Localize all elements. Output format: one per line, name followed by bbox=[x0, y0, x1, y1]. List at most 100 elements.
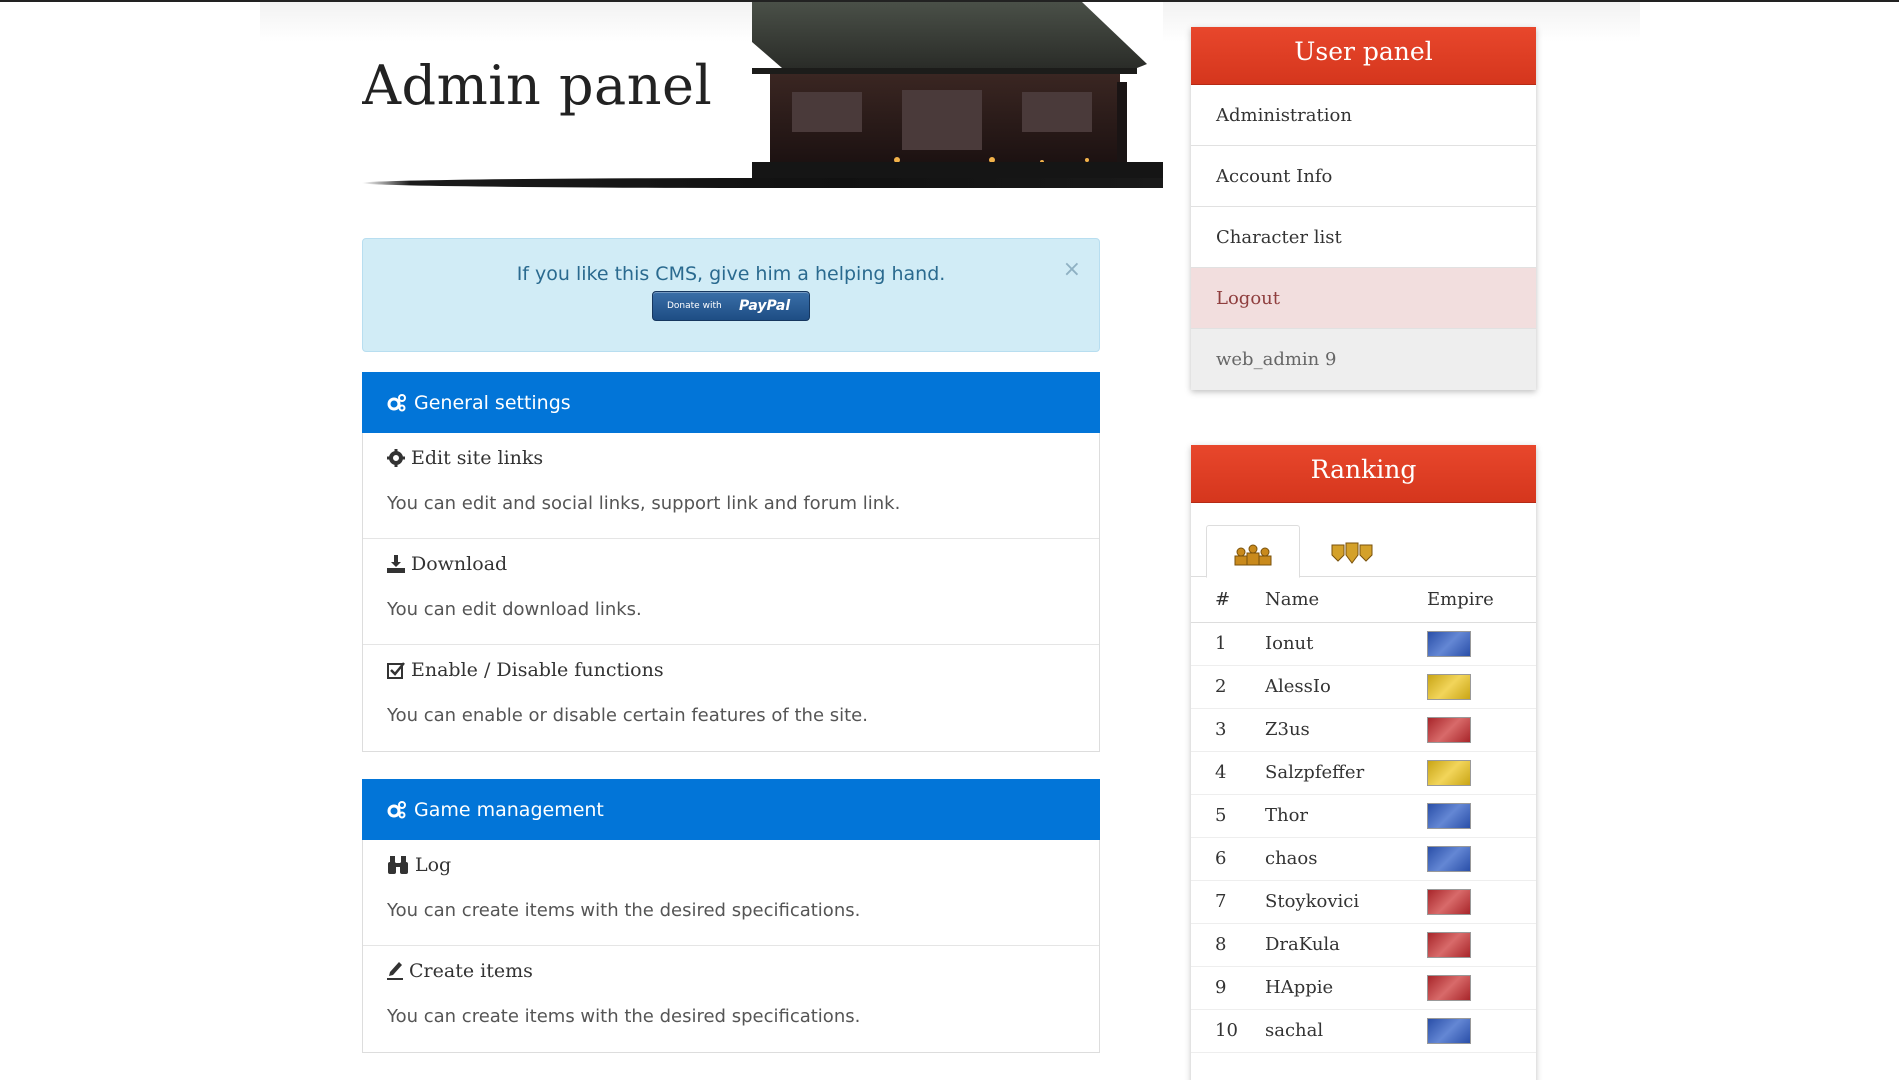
donate-alert: If you like this CMS, give him a helping… bbox=[362, 238, 1100, 352]
rank-number: 6 bbox=[1191, 837, 1265, 881]
ranking-panel: Ranking # Name Empire 1 Ionut 2 AlessIo … bbox=[1191, 445, 1536, 1080]
empire-flag-icon bbox=[1427, 630, 1471, 657]
item-description: You can enable or disable certain featur… bbox=[387, 705, 868, 726]
empire-cell bbox=[1427, 665, 1536, 709]
empire-cell bbox=[1427, 966, 1536, 1010]
page-header: Admin panel bbox=[362, 2, 1163, 188]
admin-link-edit-site-links[interactable]: Edit site links You can edit and social … bbox=[363, 433, 1099, 539]
empire-flag-icon bbox=[1427, 759, 1471, 786]
menu-item-logout[interactable]: Logout bbox=[1191, 268, 1536, 329]
table-row: 2 AlessIo bbox=[1191, 665, 1536, 709]
empire-flag-icon bbox=[1427, 974, 1471, 1001]
user-panel-title: User panel bbox=[1191, 27, 1536, 85]
empire-flag-icon bbox=[1427, 845, 1471, 872]
game-management-panel: Game management Log You can create items… bbox=[362, 779, 1100, 1053]
empire-flag-icon bbox=[1427, 673, 1471, 700]
item-description: You can edit and social links, support l… bbox=[387, 493, 901, 514]
page-title: Admin panel bbox=[362, 54, 713, 117]
rank-number: 5 bbox=[1191, 794, 1265, 838]
item-title: Create items bbox=[409, 960, 533, 982]
player-name[interactable]: sachal bbox=[1265, 1009, 1427, 1053]
item-title: Enable / Disable functions bbox=[411, 659, 664, 681]
menu-item-administration[interactable]: Administration bbox=[1191, 85, 1536, 146]
item-title: Download bbox=[411, 553, 508, 575]
panel-title: Game management bbox=[414, 798, 604, 821]
admin-link-download[interactable]: Download You can edit download links. bbox=[363, 539, 1099, 645]
admin-link-create-items[interactable]: Create items You can create items with t… bbox=[363, 946, 1099, 1052]
item-description: You can edit download links. bbox=[387, 599, 642, 620]
ranking-tabs bbox=[1191, 503, 1536, 578]
rank-number: 9 bbox=[1191, 966, 1265, 1010]
column-header-rank: # bbox=[1191, 577, 1265, 623]
tab-guilds[interactable] bbox=[1306, 525, 1400, 578]
guilds-icon bbox=[1331, 542, 1373, 564]
table-row: 3 Z3us bbox=[1191, 708, 1536, 752]
empire-flag-icon bbox=[1427, 1017, 1471, 1044]
check-square-icon bbox=[387, 662, 405, 679]
empire-cell bbox=[1427, 880, 1536, 924]
paypal-donate-label: Donate with bbox=[667, 301, 722, 311]
tab-players[interactable] bbox=[1206, 525, 1300, 578]
empire-cell bbox=[1427, 923, 1536, 967]
rank-number: 3 bbox=[1191, 708, 1265, 752]
general-settings-panel: General settings Edit site links You can… bbox=[362, 372, 1100, 752]
empire-cell bbox=[1427, 1009, 1536, 1053]
table-row: 10 sachal bbox=[1191, 1009, 1536, 1053]
empire-cell bbox=[1427, 794, 1536, 838]
table-row: 5 Thor bbox=[1191, 794, 1536, 838]
user-panel: User panel Administration Account Info C… bbox=[1191, 27, 1536, 390]
menu-item-character-list[interactable]: Character list bbox=[1191, 207, 1536, 268]
rank-number: 1 bbox=[1191, 622, 1265, 666]
ranking-table-body: 1 Ionut 2 AlessIo 3 Z3us 4 Salzpfeffer 5 Thor 6 cha… bbox=[1191, 622, 1536, 1053]
header-brush-stroke bbox=[362, 178, 1163, 188]
table-row: 8 DraKula bbox=[1191, 923, 1536, 967]
rank-number: 8 bbox=[1191, 923, 1265, 967]
cogs-icon bbox=[387, 393, 406, 411]
panel-title: General settings bbox=[414, 391, 571, 414]
column-header-name: Name bbox=[1265, 577, 1427, 623]
close-icon[interactable]: × bbox=[1063, 257, 1081, 282]
table-row: 6 chaos bbox=[1191, 837, 1536, 881]
rank-number: 2 bbox=[1191, 665, 1265, 709]
table-row: 7 Stoykovici bbox=[1191, 880, 1536, 924]
empire-cell bbox=[1427, 622, 1536, 666]
player-name[interactable]: chaos bbox=[1265, 837, 1427, 881]
binoculars-icon bbox=[388, 856, 408, 874]
player-name[interactable]: Salzpfeffer bbox=[1265, 751, 1427, 795]
rank-number: 7 bbox=[1191, 880, 1265, 924]
cogs-icon bbox=[387, 800, 406, 818]
empire-flag-icon bbox=[1427, 888, 1471, 915]
ranking-title: Ranking bbox=[1191, 445, 1536, 503]
admin-link-enable-disable-functions[interactable]: Enable / Disable functions You can enabl… bbox=[363, 645, 1099, 751]
player-name[interactable]: Thor bbox=[1265, 794, 1427, 838]
item-description: You can create items with the desired sp… bbox=[387, 1006, 861, 1027]
download-icon bbox=[387, 555, 405, 573]
empire-cell bbox=[1427, 751, 1536, 795]
empire-cell bbox=[1427, 708, 1536, 752]
menu-item-account-info[interactable]: Account Info bbox=[1191, 146, 1536, 207]
table-row: 4 Salzpfeffer bbox=[1191, 751, 1536, 795]
player-name[interactable]: Z3us bbox=[1265, 708, 1427, 752]
admin-link-log[interactable]: Log You can create items with the desire… bbox=[363, 840, 1099, 946]
username-label: web_admin 9 bbox=[1191, 329, 1536, 390]
panel-header-general-settings: General settings bbox=[362, 372, 1100, 433]
empire-flag-icon bbox=[1427, 802, 1471, 829]
paypal-donate-button[interactable]: Donate with PayPal bbox=[652, 291, 810, 321]
empire-cell bbox=[1427, 837, 1536, 881]
rank-number: 10 bbox=[1191, 1009, 1265, 1053]
players-icon bbox=[1234, 544, 1272, 566]
column-header-empire: Empire bbox=[1427, 577, 1536, 623]
player-name[interactable]: DraKula bbox=[1265, 923, 1427, 967]
player-name[interactable]: HAppie bbox=[1265, 966, 1427, 1010]
alert-message: If you like this CMS, give him a helping… bbox=[516, 263, 946, 285]
player-name[interactable]: Stoykovici bbox=[1265, 880, 1427, 924]
empire-flag-icon bbox=[1427, 716, 1471, 743]
table-row: 9 HAppie bbox=[1191, 966, 1536, 1010]
item-title: Log bbox=[415, 854, 452, 876]
item-title: Edit site links bbox=[411, 447, 544, 469]
header-house-image bbox=[752, 2, 1163, 188]
ranking-table: # Name Empire 1 Ionut 2 AlessIo 3 Z3us 4 Salzpf… bbox=[1191, 577, 1536, 1053]
table-row: 1 Ionut bbox=[1191, 622, 1536, 666]
player-name[interactable]: Ionut bbox=[1265, 622, 1427, 666]
player-name[interactable]: AlessIo bbox=[1265, 665, 1427, 709]
